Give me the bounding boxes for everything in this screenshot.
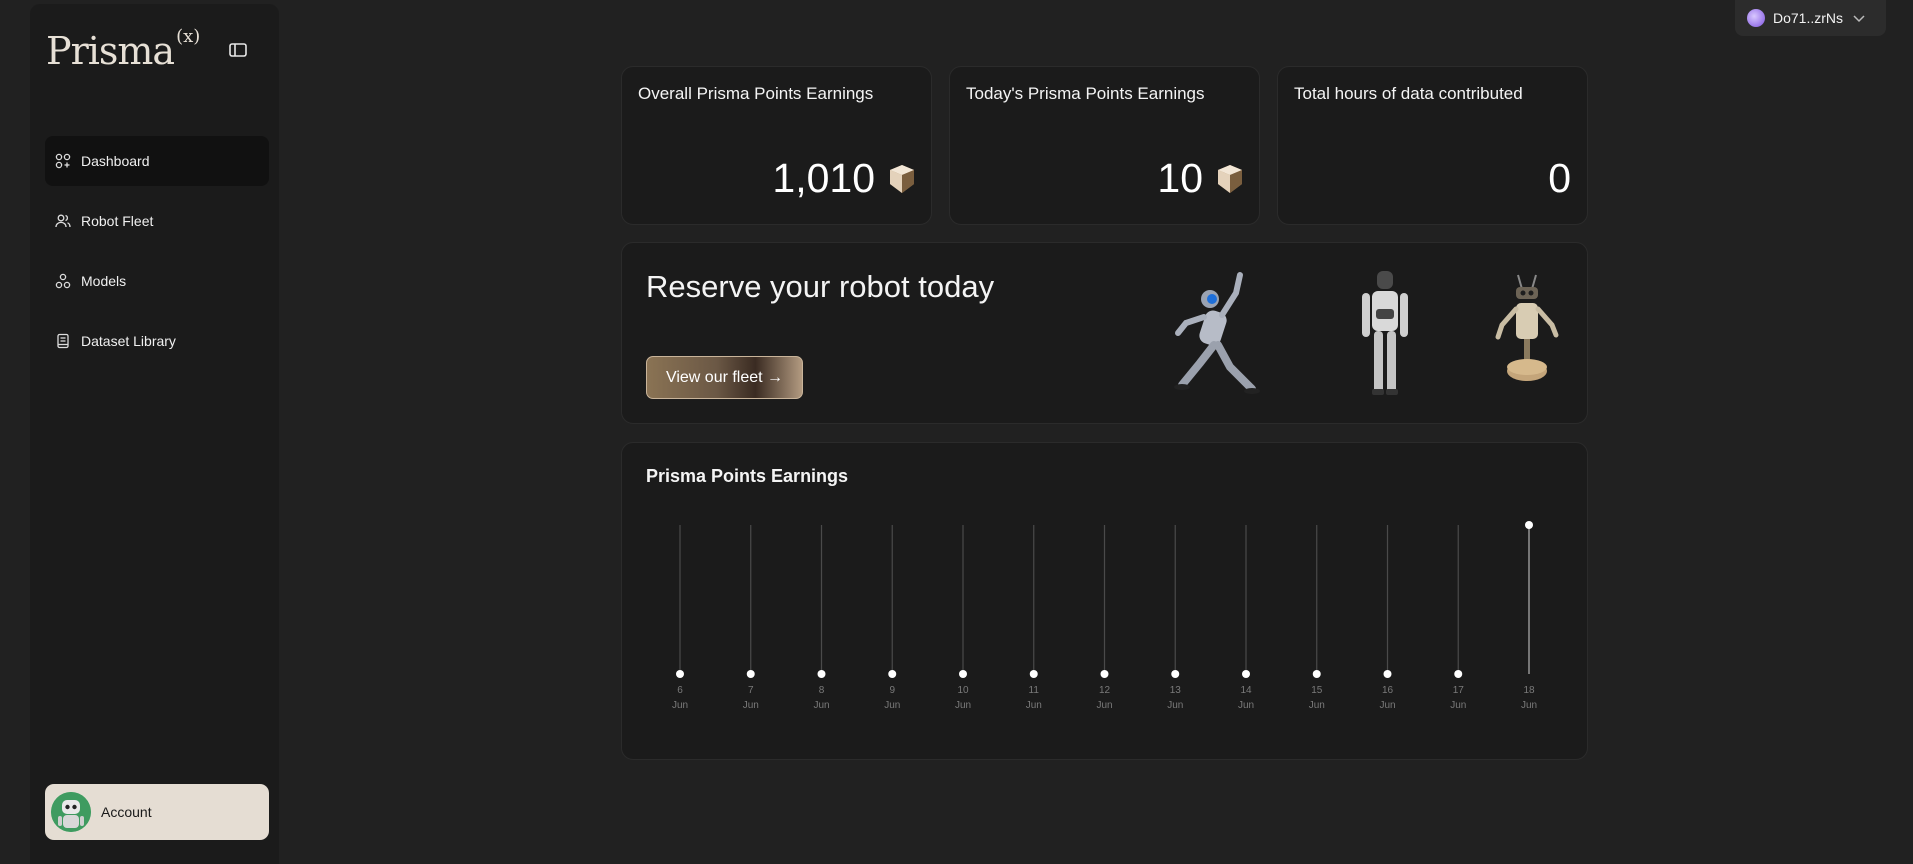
x-tick-day: 14 — [1240, 685, 1252, 696]
chevron-down-icon — [1853, 10, 1865, 26]
x-tick-month: Jun — [1309, 700, 1325, 711]
sidebar-item-dashboard[interactable]: Dashboard — [45, 136, 269, 186]
sidebar-nav: Dashboard Robot Fleet Models Dataset Lib… — [45, 136, 269, 376]
overall-points-value: 1,010 — [772, 155, 875, 201]
grid-icon — [55, 153, 71, 169]
sidebar-item-robot-fleet[interactable]: Robot Fleet — [45, 196, 269, 246]
x-tick-month: Jun — [1521, 700, 1537, 711]
x-tick-month: Jun — [672, 700, 688, 711]
standing-robot-image — [1362, 271, 1408, 395]
x-tick-month: Jun — [1026, 700, 1042, 711]
x-tick-month: Jun — [884, 700, 900, 711]
stat-title: Today's Prisma Points Earnings — [966, 84, 1205, 103]
logo-text: Prisma — [46, 29, 175, 73]
x-tick-month: Jun — [813, 700, 829, 711]
x-tick-day: 17 — [1453, 685, 1465, 696]
stat-card-overall-earnings: Overall Prisma Points Earnings 1,010 — [621, 66, 932, 225]
stat-card-today-earnings: Today's Prisma Points Earnings 10 — [949, 66, 1260, 225]
book-icon — [55, 333, 71, 349]
x-tick-month: Jun — [1379, 700, 1395, 711]
users-icon — [55, 213, 71, 229]
x-tick-day: 6 — [677, 685, 683, 696]
view-fleet-button[interactable]: View our fleet → — [646, 356, 803, 399]
x-tick-day: 16 — [1382, 685, 1394, 696]
app-logo[interactable]: Prisma (x) — [46, 26, 200, 73]
shapes-icon — [55, 273, 71, 289]
account-label: Account — [101, 804, 152, 820]
x-tick-month: Jun — [1096, 700, 1112, 711]
chart-data-point[interactable] — [746, 670, 755, 678]
chart-data-point[interactable] — [1242, 670, 1250, 678]
x-tick-day: 7 — [748, 685, 754, 696]
x-tick-day: 12 — [1099, 685, 1111, 696]
x-tick-month: Jun — [955, 700, 971, 711]
logo-superscript: (x) — [176, 26, 201, 47]
x-tick-month: Jun — [1450, 700, 1466, 711]
stat-card-hours-contributed: Total hours of data contributed 0 — [1277, 66, 1588, 225]
stat-value: 10 — [1157, 155, 1243, 202]
stat-value: 1,010 — [772, 155, 915, 202]
x-tick-day: 18 — [1523, 685, 1535, 696]
chart-data-point[interactable] — [1100, 670, 1109, 678]
chart-data-point[interactable] — [676, 670, 684, 678]
x-tick-month: Jun — [1238, 700, 1254, 711]
chart-data-point[interactable] — [1383, 670, 1392, 678]
stat-title: Overall Prisma Points Earnings — [638, 84, 874, 103]
x-tick-day: 9 — [889, 685, 895, 696]
wallet-icon — [1747, 9, 1765, 27]
x-tick-day: 11 — [1029, 685, 1040, 696]
sidebar-item-label: Dataset Library — [81, 333, 176, 349]
sidebar-item-label: Models — [81, 273, 127, 289]
chart-data-point[interactable] — [1454, 670, 1463, 678]
reserve-robot-banner: Reserve your robot today View our fleet … — [621, 242, 1588, 424]
stat-value: 0 — [1548, 155, 1571, 202]
wallet-dropdown[interactable]: Do71..zrNs — [1735, 0, 1886, 36]
chart-data-point[interactable] — [1029, 670, 1038, 678]
sidebar-toggle-button[interactable] — [226, 38, 250, 62]
sidebar-panel-icon — [229, 43, 247, 57]
hours-value: 0 — [1548, 155, 1571, 201]
running-robot-image — [1174, 272, 1260, 394]
stat-title: Total hours of data contributed — [1294, 84, 1523, 103]
earnings-chart: 6 Jun 7 Jun 8 Jun 9 Jun 10 Jun 11 Jun 12 Jun 13 Jun 14 Ju… — [672, 521, 1537, 711]
avatar — [51, 792, 91, 832]
chart-data-point[interactable] — [1525, 521, 1533, 529]
sidebar-item-label: Dashboard — [81, 153, 150, 169]
chart-data-point[interactable] — [817, 670, 826, 678]
x-tick-day: 10 — [957, 685, 969, 696]
tabletop-robot-image — [1495, 274, 1559, 381]
x-tick-day: 13 — [1170, 685, 1182, 696]
today-points-value: 10 — [1157, 155, 1203, 201]
wallet-address: Do71..zrNs — [1773, 10, 1844, 26]
x-tick-day: 15 — [1311, 685, 1323, 696]
chart-data-point[interactable] — [959, 670, 967, 678]
robot-avatar-icon — [51, 792, 91, 832]
sidebar: Prisma (x) Dashboard Robot Fleet Models … — [30, 4, 279, 864]
sidebar-item-dataset-library[interactable]: Dataset Library — [45, 316, 269, 366]
sidebar-item-models[interactable]: Models — [45, 256, 269, 306]
chart-data-point[interactable] — [888, 670, 897, 678]
account-button[interactable]: Account — [45, 784, 269, 840]
prisma-points-icon — [890, 164, 914, 193]
x-tick-month: Jun — [743, 700, 759, 711]
chart-data-point[interactable] — [1312, 670, 1321, 678]
banner-title: Reserve your robot today — [646, 269, 995, 304]
prisma-points-icon — [1218, 164, 1242, 193]
x-tick-day: 8 — [819, 685, 825, 696]
earnings-chart-card: Prisma Points Earnings 6 Jun 7 Jun 8 Jun 9 Jun 1… — [621, 442, 1588, 760]
sidebar-item-label: Robot Fleet — [81, 213, 154, 229]
x-tick-month: Jun — [1167, 700, 1183, 711]
chart-data-point[interactable] — [1171, 670, 1180, 678]
